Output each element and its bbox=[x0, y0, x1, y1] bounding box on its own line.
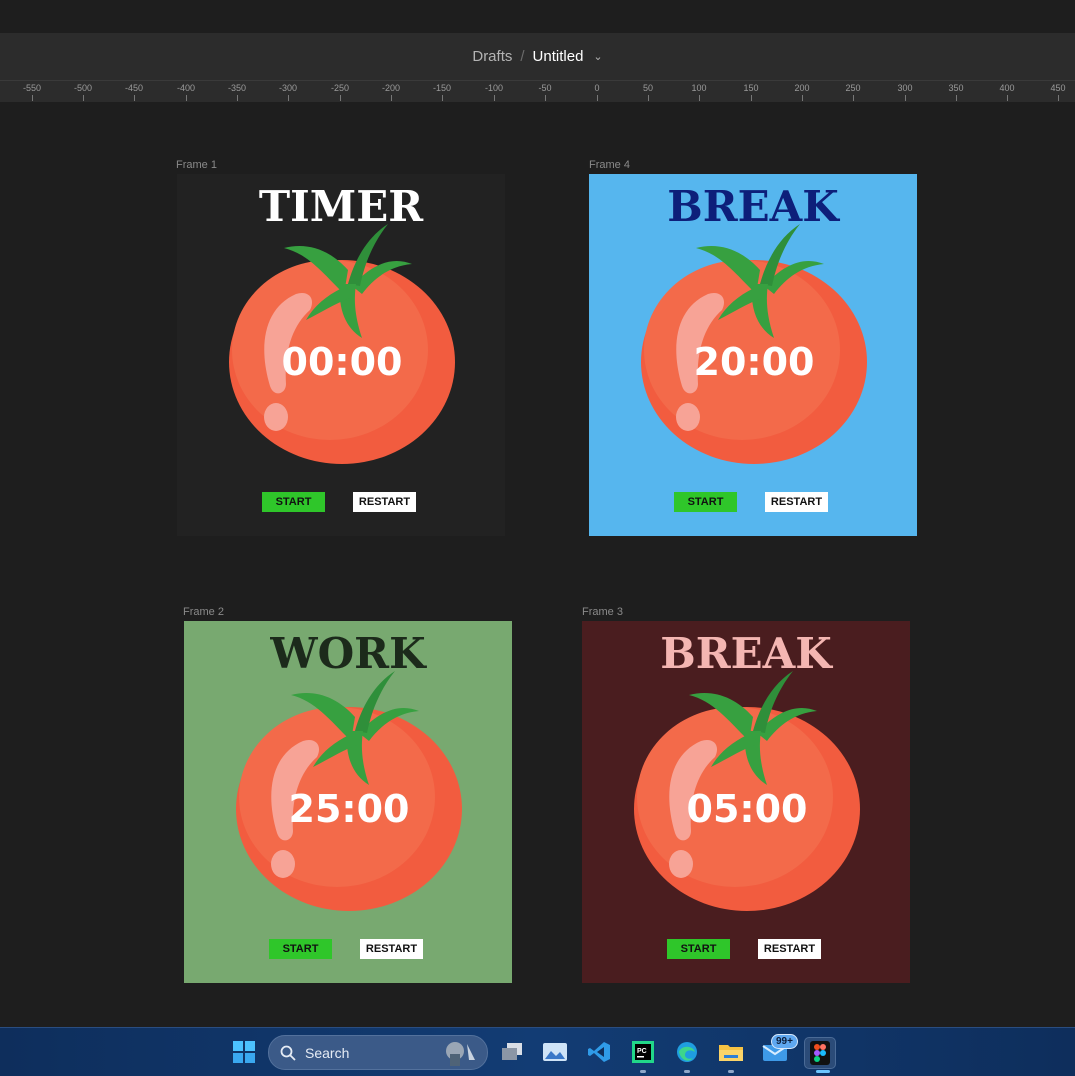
timer-display: 05:00 bbox=[686, 787, 808, 831]
start-button[interactable]: START bbox=[674, 492, 737, 512]
ruler-tick: -400 bbox=[166, 81, 206, 101]
ruler-tick: 300 bbox=[885, 81, 925, 101]
frame-work[interactable]: WORK 25:00 START RESTART bbox=[184, 621, 512, 983]
design-canvas[interactable]: Frame 1 TIMER 00:00 START RESTART Frame … bbox=[0, 102, 1075, 1027]
vscode-icon[interactable] bbox=[584, 1037, 614, 1067]
ruler-tick: 150 bbox=[731, 81, 771, 101]
ruler-tick: -100 bbox=[474, 81, 514, 101]
frame-label[interactable]: Frame 3 bbox=[582, 606, 623, 618]
file-title[interactable]: Untitled bbox=[533, 48, 584, 65]
edge-browser-icon[interactable] bbox=[672, 1037, 702, 1067]
ruler-tick: -50 bbox=[525, 81, 565, 101]
breadcrumb-separator: / bbox=[520, 48, 525, 65]
running-indicator bbox=[640, 1070, 646, 1073]
ruler-tick: 250 bbox=[833, 81, 873, 101]
file-explorer-icon[interactable] bbox=[716, 1037, 746, 1067]
ruler-tick: -500 bbox=[63, 81, 103, 101]
ruler-tick: -450 bbox=[114, 81, 154, 101]
active-indicator bbox=[816, 1070, 830, 1073]
ruler-tick: 350 bbox=[936, 81, 976, 101]
restart-button[interactable]: RESTART bbox=[758, 939, 821, 959]
frame-break-long[interactable]: BREAK 20:00 START RESTART bbox=[589, 174, 917, 536]
frame-label[interactable]: Frame 2 bbox=[183, 606, 224, 618]
ruler-tick: 400 bbox=[987, 81, 1027, 101]
frame-label[interactable]: Frame 4 bbox=[589, 159, 630, 171]
ruler-tick: -550 bbox=[12, 81, 52, 101]
svg-text:PC: PC bbox=[637, 1048, 647, 1055]
start-button[interactable]: START bbox=[269, 939, 332, 959]
frame-break-short[interactable]: BREAK 05:00 START RESTART bbox=[582, 621, 910, 983]
timer-display: 00:00 bbox=[281, 340, 403, 384]
figma-icon[interactable] bbox=[804, 1037, 836, 1069]
file-header: Drafts / Untitled ⌄ bbox=[0, 33, 1075, 80]
restart-button[interactable]: RESTART bbox=[360, 939, 423, 959]
chevron-down-icon[interactable]: ⌄ bbox=[593, 50, 602, 63]
ruler-tick: -200 bbox=[371, 81, 411, 101]
windows-start-icon[interactable] bbox=[229, 1037, 259, 1067]
title-bar bbox=[0, 0, 1075, 33]
task-view-icon[interactable] bbox=[497, 1037, 527, 1067]
taskbar-search[interactable]: Search bbox=[268, 1035, 488, 1070]
timer-display: 20:00 bbox=[693, 340, 815, 384]
frame-timer[interactable]: TIMER 00:00 START RESTART bbox=[177, 174, 505, 536]
search-icon bbox=[280, 1045, 296, 1061]
search-label: Search bbox=[305, 1044, 350, 1061]
ruler-tick: 50 bbox=[628, 81, 668, 101]
restart-button[interactable]: RESTART bbox=[353, 492, 416, 512]
ruler-tick: -150 bbox=[422, 81, 462, 101]
timer-display: 25:00 bbox=[288, 787, 410, 831]
ruler-tick: -350 bbox=[217, 81, 257, 101]
mail-notification-badge: 99+ bbox=[771, 1034, 798, 1049]
breadcrumb-drafts[interactable]: Drafts bbox=[472, 48, 512, 65]
start-button[interactable]: START bbox=[262, 492, 325, 512]
frame-label[interactable]: Frame 1 bbox=[176, 159, 217, 171]
restart-button[interactable]: RESTART bbox=[765, 492, 828, 512]
ruler-tick: 450 bbox=[1038, 81, 1075, 101]
ruler-tick: -300 bbox=[268, 81, 308, 101]
ruler-tick: -250 bbox=[320, 81, 360, 101]
running-indicator bbox=[684, 1070, 690, 1073]
start-button[interactable]: START bbox=[667, 939, 730, 959]
photos-app-icon[interactable] bbox=[540, 1037, 570, 1067]
taskbar: Search PC 99+ bbox=[0, 1027, 1075, 1076]
ruler-tick: 0 bbox=[577, 81, 617, 101]
horizontal-ruler: -550 -500 -450 -400 -350 -300 -250 -200 … bbox=[0, 80, 1075, 103]
ruler-tick: 200 bbox=[782, 81, 822, 101]
pycharm-icon[interactable]: PC bbox=[628, 1037, 658, 1067]
ruler-tick: 100 bbox=[679, 81, 719, 101]
running-indicator bbox=[728, 1070, 734, 1073]
search-highlight-icon bbox=[441, 1038, 481, 1066]
